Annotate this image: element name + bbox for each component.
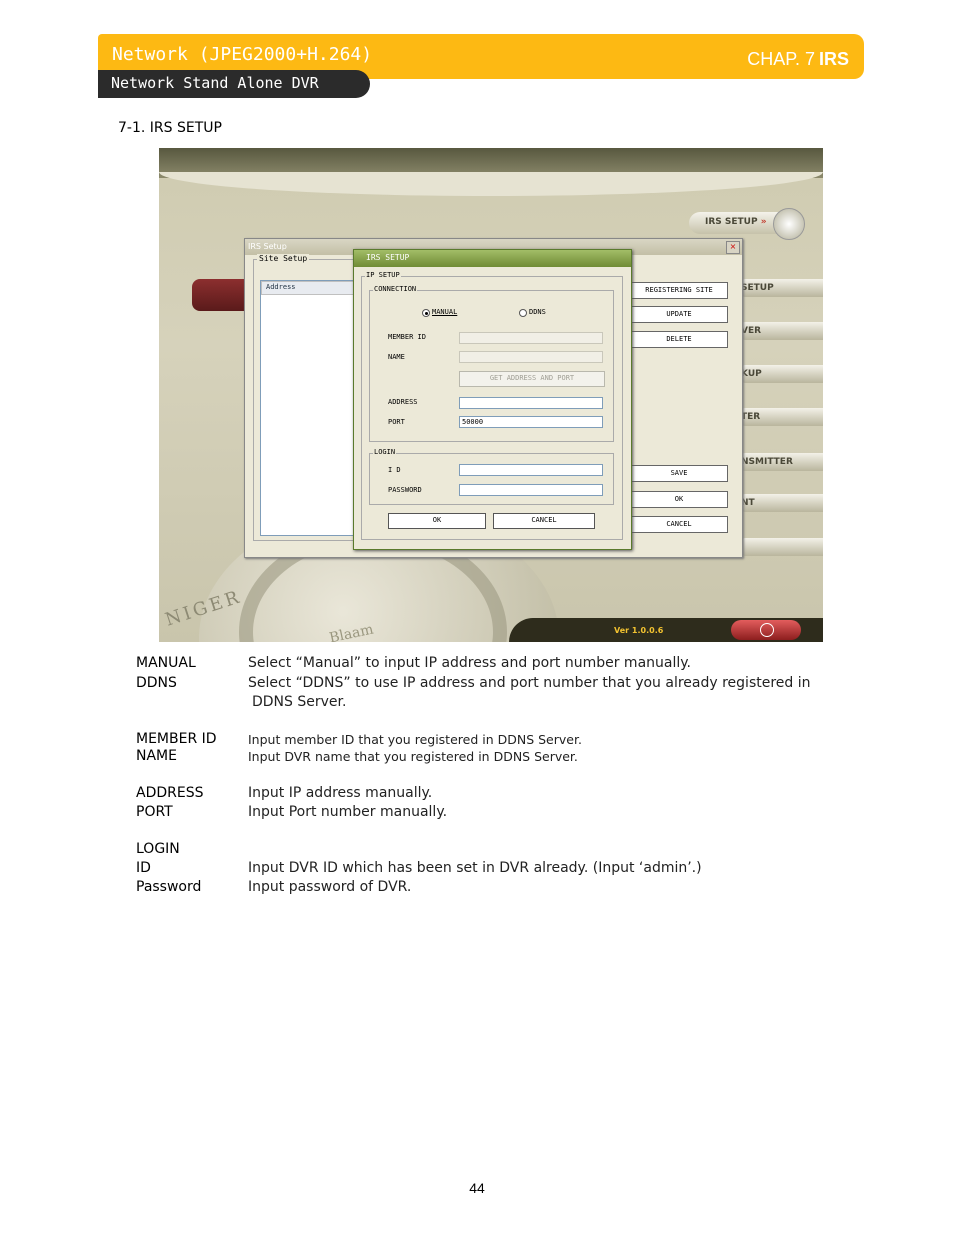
login-label: LOGIN	[373, 448, 397, 456]
site-group-label: Site Setup	[257, 254, 310, 263]
double-arrow-icon: »	[760, 217, 767, 227]
desc-address: Input IP address manually.	[248, 785, 433, 801]
side-button-setup[interactable]: SETUP	[737, 279, 823, 297]
irs-setup-label: IRS SETUP	[705, 217, 758, 227]
desc-member-id: Input member ID that you registered in D…	[248, 732, 582, 747]
side-button-label: VER	[741, 326, 762, 336]
connection-label: CONNECTION	[373, 285, 418, 293]
term-id: ID	[136, 860, 151, 876]
save-button[interactable]: SAVE	[630, 465, 728, 482]
term-login: LOGIN	[136, 841, 180, 857]
password-field[interactable]	[459, 484, 603, 496]
member-id-field[interactable]	[459, 332, 603, 344]
close-icon[interactable]: ×	[726, 241, 740, 254]
side-button-label: SETUP	[741, 283, 774, 293]
site-group: Site Setup Address	[253, 254, 358, 541]
update-button[interactable]: UPDATE	[630, 306, 728, 323]
address-list[interactable]: Address	[260, 280, 358, 536]
cancel-button[interactable]: CANCEL	[493, 513, 595, 529]
address-column-header[interactable]: Address	[261, 281, 357, 295]
irs-screenshot: NIGER Blaam IRS SETUP » SETUP VER KUP TE…	[159, 148, 823, 642]
name-label: NAME	[388, 353, 405, 361]
chapter-prefix: CHAP. 7	[747, 49, 815, 69]
app-top-curve	[159, 172, 823, 196]
port-field[interactable]: 50000	[459, 416, 603, 428]
side-button-client[interactable]: NT	[737, 494, 823, 512]
ip-setup-group: IP SETUP CONNECTION MANUAL DDNS MEMBER I…	[361, 271, 623, 540]
address-label: ADDRESS	[388, 398, 418, 406]
desc-port: Input Port number manually.	[248, 804, 448, 820]
term-name: NAME	[136, 748, 177, 764]
page-number: 44	[469, 1180, 485, 1196]
term-password: Password	[136, 879, 202, 895]
header-subtitle-bar: Network Stand Alone DVR	[98, 70, 370, 98]
manual-label[interactable]: MANUAL	[432, 308, 457, 316]
power-icon	[760, 623, 774, 637]
get-address-button[interactable]: GET ADDRESS AND PORT	[459, 371, 605, 387]
side-button-label: TER	[741, 412, 761, 422]
id-label: I D	[388, 466, 401, 474]
side-button-viewer[interactable]: VER	[737, 322, 823, 340]
member-id-label: MEMBER ID	[388, 333, 426, 341]
term-member-id: MEMBER ID	[136, 731, 217, 747]
manual-radio[interactable]	[422, 309, 430, 317]
desc-manual: Select “Manual” to input IP address and …	[248, 655, 691, 671]
id-field[interactable]	[459, 464, 603, 476]
header-title: Network (JPEG2000+H.264)	[112, 44, 373, 65]
delete-button[interactable]: DELETE	[630, 331, 728, 348]
term-ddns: DDNS	[136, 675, 177, 691]
side-button-label: NT	[741, 498, 755, 508]
chapter-label: CHAP. 7 IRS	[747, 49, 849, 70]
term-manual: MANUAL	[136, 655, 196, 671]
port-label: PORT	[388, 418, 405, 426]
side-button-label: KUP	[741, 369, 762, 379]
connection-group: CONNECTION MANUAL DDNS MEMBER ID NAME GE…	[369, 285, 614, 442]
power-button[interactable]	[731, 620, 801, 640]
version-label: Ver 1.0.0.6	[614, 626, 664, 635]
desc-password: Input password of DVR.	[248, 879, 412, 895]
side-button-transmitter[interactable]: NSMITTER	[737, 453, 823, 471]
desc-ddns-continued: DDNS Server.	[252, 694, 347, 710]
site-cancel-button[interactable]: CANCEL	[630, 516, 728, 533]
address-field[interactable]	[459, 397, 603, 409]
header-subtitle: Network Stand Alone DVR	[111, 74, 319, 92]
section-title: 7-1. IRS SETUP	[118, 120, 222, 136]
side-button-filter[interactable]: TER	[737, 408, 823, 426]
chapter-name: IRS	[818, 49, 849, 69]
side-button-backup[interactable]: KUP	[737, 365, 823, 383]
password-label: PASSWORD	[388, 486, 422, 494]
term-port: PORT	[136, 804, 173, 820]
side-button-empty[interactable]	[737, 538, 823, 556]
knob-icon[interactable]	[773, 208, 805, 240]
site-ok-button[interactable]: OK	[630, 491, 728, 508]
ddns-radio[interactable]	[519, 309, 527, 317]
ok-button[interactable]: OK	[388, 513, 486, 529]
name-field[interactable]	[459, 351, 603, 363]
desc-name: Input DVR name that you registered in DD…	[248, 749, 578, 764]
registering-site-button[interactable]: REGISTERING SITE	[630, 282, 728, 299]
login-group: LOGIN I D PASSWORD	[369, 448, 614, 505]
irs-dialog-title: IRS SETUP	[354, 250, 631, 267]
desc-ddns: Select “DDNS” to use IP address and port…	[248, 675, 811, 691]
irs-setup-dialog: IRS SETUP IP SETUP CONNECTION MANUAL DDN…	[353, 249, 632, 550]
desc-id: Input DVR ID which has been set in DVR a…	[248, 860, 702, 876]
term-address: ADDRESS	[136, 785, 204, 801]
ip-setup-label: IP SETUP	[365, 271, 401, 279]
ddns-label[interactable]: DDNS	[529, 308, 546, 316]
side-button-label: NSMITTER	[741, 457, 793, 467]
